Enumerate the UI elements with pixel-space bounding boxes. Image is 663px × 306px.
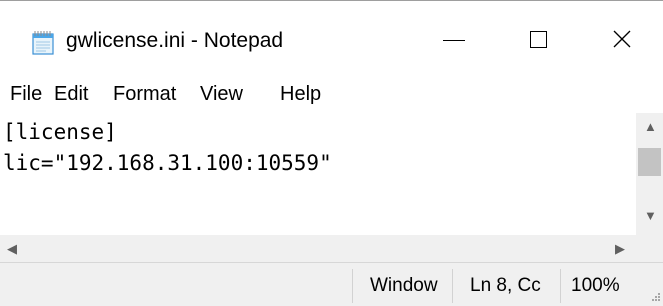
status-zoom: 100% (571, 275, 620, 296)
close-button[interactable] (580, 1, 663, 77)
menu-edit[interactable]: Edit (54, 83, 88, 106)
status-separator (452, 269, 453, 303)
vertical-scroll-thumb[interactable] (638, 148, 661, 176)
scroll-up-arrow[interactable]: ▲ (644, 119, 657, 134)
editor-content[interactable]: [license] lic="192.168.31.100:10559" (3, 117, 633, 235)
status-separator (352, 269, 353, 303)
close-icon (613, 30, 631, 48)
status-encoding: Window (370, 275, 438, 296)
menu-file[interactable]: File (10, 83, 42, 106)
scroll-right-arrow[interactable]: ▶ (615, 241, 625, 257)
menu-bar: File Edit Format View Help (0, 77, 663, 113)
status-position: Ln 8, Cc (470, 275, 541, 296)
status-separator (560, 269, 561, 303)
resize-grip-icon[interactable] (651, 292, 661, 302)
maximize-icon (529, 30, 547, 48)
scrollbar-corner (636, 235, 663, 262)
maximize-button[interactable] (496, 1, 580, 77)
title-bar[interactable]: gwlicense.ini - Notepad (0, 1, 663, 77)
menu-format[interactable]: Format (113, 83, 176, 106)
minimize-button[interactable] (412, 1, 496, 77)
scroll-down-arrow[interactable]: ▼ (644, 208, 657, 223)
minimize-icon (443, 39, 465, 41)
menu-view[interactable]: View (200, 83, 243, 106)
status-bar: Window Ln 8, Cc 100% (0, 262, 663, 306)
text-editor[interactable]: [license] lic="192.168.31.100:10559" (0, 113, 636, 235)
notepad-window: gwlicense.ini - Notepad File Edit Format… (0, 0, 663, 306)
menu-help[interactable]: Help (280, 83, 321, 106)
horizontal-scrollbar[interactable]: ◀ ▶ (0, 235, 636, 262)
scroll-left-arrow[interactable]: ◀ (7, 241, 17, 257)
vertical-scrollbar[interactable]: ▲ ▼ (636, 113, 663, 235)
notepad-icon (32, 31, 54, 55)
window-title: gwlicense.ini - Notepad (66, 29, 284, 52)
